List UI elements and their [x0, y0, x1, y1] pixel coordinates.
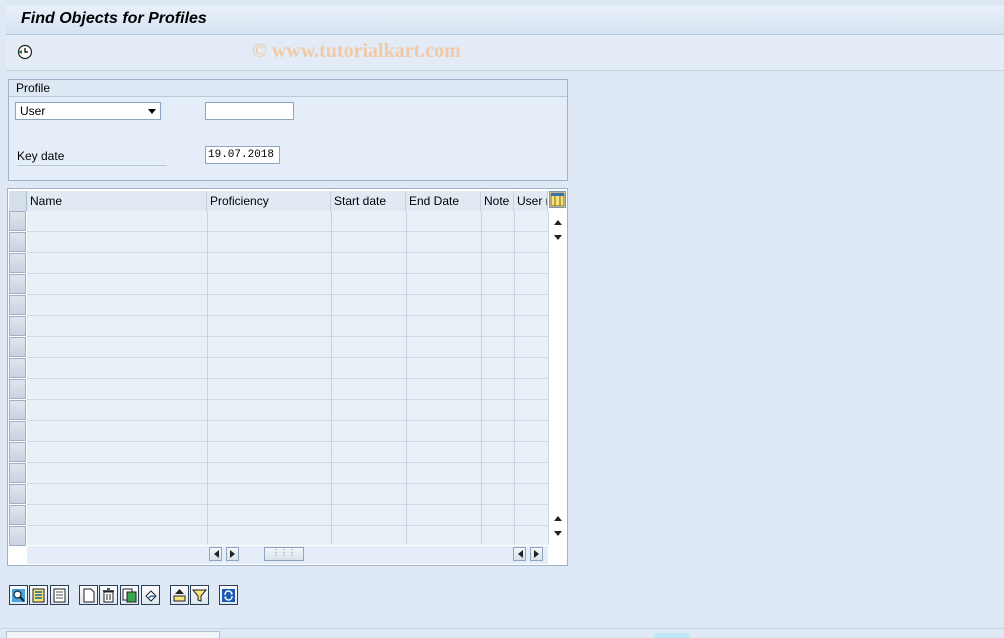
- status-indicator: [654, 633, 690, 638]
- column-header-start-date[interactable]: Start date: [331, 191, 406, 211]
- watermark: © www.tutorialkart.com: [252, 40, 461, 62]
- row-selector[interactable]: [9, 316, 26, 336]
- scroll-down-icon[interactable]: [553, 231, 563, 245]
- scroll-left-end-icon[interactable]: [513, 547, 526, 561]
- table-body: [27, 211, 548, 545]
- row-selector[interactable]: [9, 337, 26, 357]
- row-selector[interactable]: [9, 400, 26, 420]
- application-toolbar: © www.tutorialkart.com: [6, 35, 1004, 71]
- object-type-value: User: [20, 104, 46, 118]
- details-button[interactable]: [9, 585, 28, 605]
- column-divider: [406, 211, 407, 545]
- row-selector[interactable]: [9, 274, 26, 294]
- filter-button[interactable]: [190, 585, 209, 605]
- row-selector[interactable]: [9, 232, 26, 252]
- horizontal-scrollbar[interactable]: ⋮⋮⋮: [27, 546, 548, 564]
- object-type-select[interactable]: User: [15, 102, 161, 120]
- vertical-scrollbar[interactable]: [548, 211, 567, 545]
- row-selector[interactable]: [9, 463, 26, 483]
- execute-clock-icon[interactable]: [16, 43, 34, 61]
- column-header-user[interactable]: User r: [514, 191, 548, 211]
- key-date-label: Key date: [17, 149, 167, 166]
- title-bar: Find Objects for Profiles: [6, 6, 1004, 35]
- row-selector[interactable]: [9, 253, 26, 273]
- create-button[interactable]: [79, 585, 98, 605]
- copy-button[interactable]: [120, 585, 139, 605]
- row-selector[interactable]: [9, 421, 26, 441]
- row-selector[interactable]: [9, 442, 26, 462]
- row-selector[interactable]: [9, 358, 26, 378]
- column-header-proficiency[interactable]: Proficiency: [207, 191, 331, 211]
- row-selector[interactable]: [9, 211, 26, 231]
- deselect-icon: [53, 588, 66, 602]
- filter-icon: [192, 589, 207, 602]
- scroll-right-end-icon[interactable]: [530, 547, 543, 561]
- select-all-button[interactable]: [29, 585, 48, 605]
- column-divider: [207, 211, 208, 545]
- sort-button[interactable]: [170, 585, 189, 605]
- column-divider: [331, 211, 332, 545]
- profile-group-title: Profile: [9, 80, 567, 97]
- row-selectors: [9, 211, 27, 546]
- refresh-icon: [222, 588, 235, 602]
- select-all-rows[interactable]: [9, 191, 27, 211]
- magnifier-icon: [12, 588, 25, 602]
- sort-icon: [173, 588, 186, 601]
- horizontal-scroll-thumb[interactable]: ⋮⋮⋮: [264, 547, 304, 561]
- refresh-button[interactable]: [219, 585, 238, 605]
- row-selector[interactable]: [9, 295, 26, 315]
- row-selector[interactable]: [9, 505, 26, 525]
- column-header-note[interactable]: Note: [481, 191, 514, 211]
- deselect-all-button[interactable]: [50, 585, 69, 605]
- column-header-name[interactable]: Name: [27, 191, 207, 211]
- delete-button[interactable]: [99, 585, 118, 605]
- row-selector[interactable]: [9, 379, 26, 399]
- profiles-table: Name Proficiency Start date End Date Not…: [7, 188, 568, 566]
- profile-groupbox: Profile User Key date 19.07.2018: [8, 79, 568, 181]
- column-header-end-date[interactable]: End Date: [406, 191, 481, 211]
- row-selector[interactable]: [9, 484, 26, 504]
- scroll-up-icon[interactable]: [553, 215, 563, 229]
- scroll-page-up-icon[interactable]: [553, 511, 563, 525]
- scroll-left-icon[interactable]: [209, 547, 222, 561]
- column-divider: [481, 211, 482, 545]
- copy-icon: [122, 588, 137, 602]
- trash-icon: [103, 587, 114, 602]
- column-divider: [514, 211, 515, 545]
- page-title: Find Objects for Profiles: [21, 10, 207, 27]
- chevron-down-icon: [148, 109, 156, 114]
- scroll-page-down-icon[interactable]: [553, 527, 563, 541]
- object-id-input[interactable]: [205, 102, 294, 120]
- row-selector[interactable]: [9, 526, 26, 546]
- column-layout-icon[interactable]: [549, 191, 566, 208]
- select-all-icon: [32, 588, 45, 602]
- undo-button[interactable]: [141, 585, 160, 605]
- scroll-right-icon[interactable]: [226, 547, 239, 561]
- undo-icon: [145, 589, 157, 602]
- key-date-input[interactable]: 19.07.2018: [205, 146, 280, 164]
- new-document-icon: [83, 588, 95, 602]
